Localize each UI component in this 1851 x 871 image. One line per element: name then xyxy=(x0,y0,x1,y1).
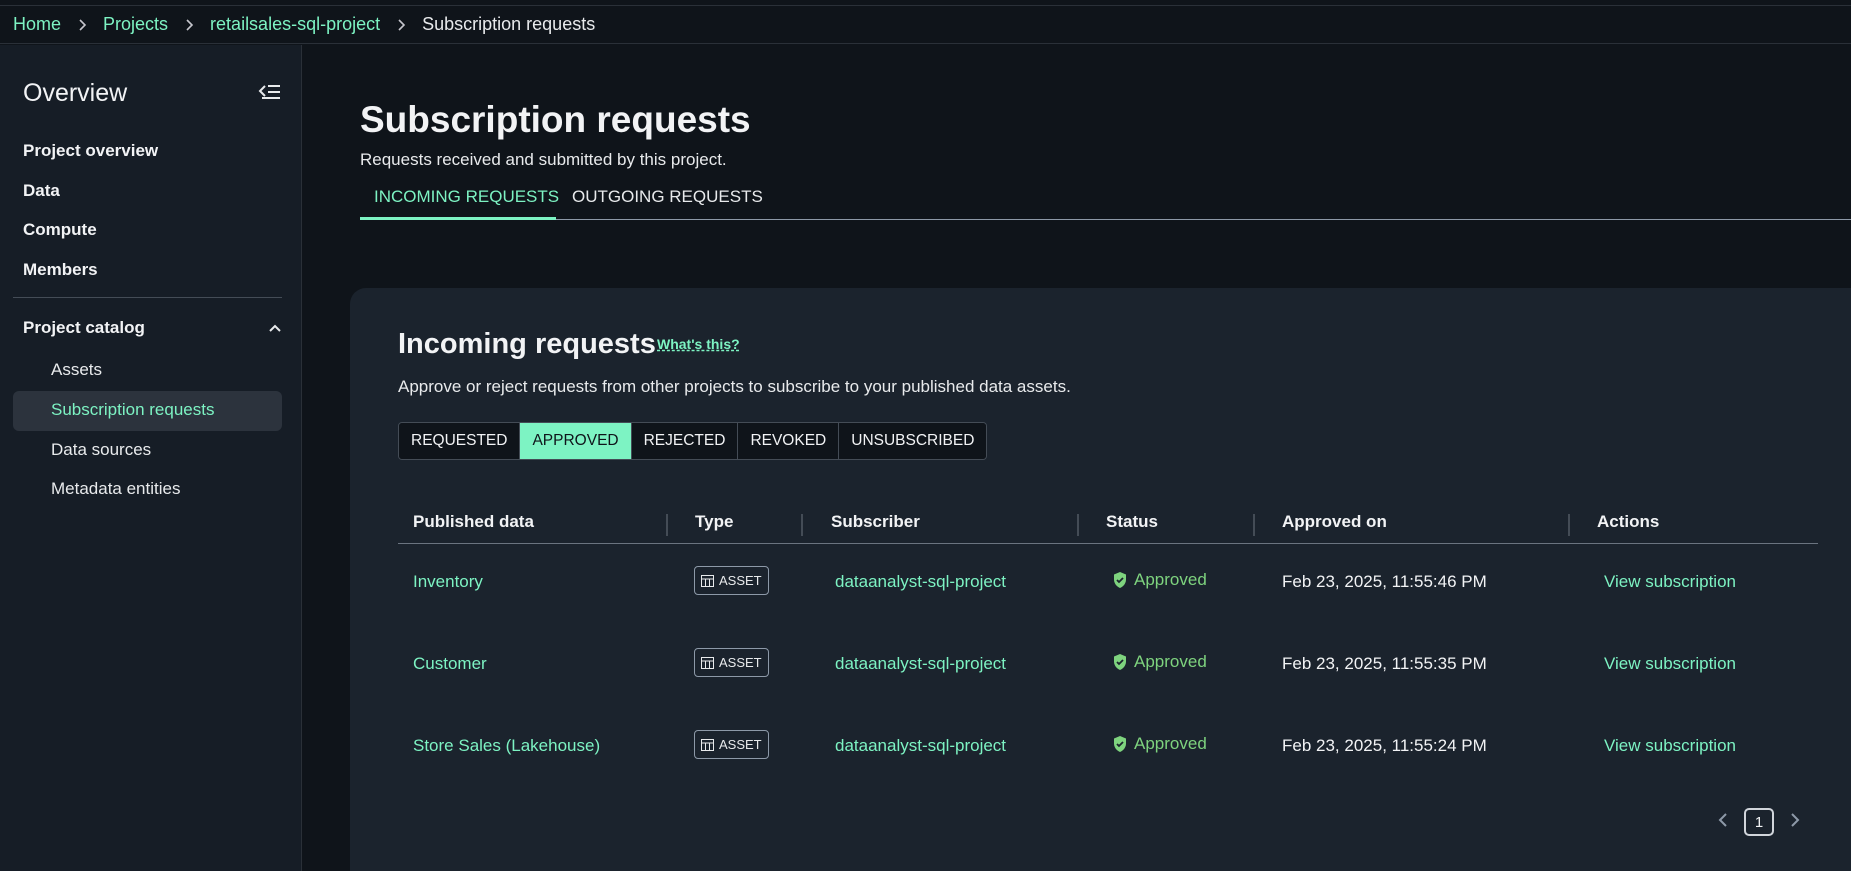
column-divider[interactable] xyxy=(666,514,668,536)
type-label: ASSET xyxy=(719,573,762,588)
tab-outgoing-requests[interactable]: OUTGOING REQUESTS xyxy=(572,187,763,207)
status-badge: Approved xyxy=(1112,570,1207,590)
subscriber-link[interactable]: dataanalyst-sql-project xyxy=(835,736,1006,756)
published-data-link[interactable]: Store Sales (Lakehouse) xyxy=(413,736,600,756)
table-icon xyxy=(701,656,714,669)
sidebar-divider xyxy=(13,297,282,298)
status-label: Approved xyxy=(1134,734,1207,753)
sidebar-item-compute[interactable]: Compute xyxy=(23,220,97,240)
table-row: Customer ASSET dataanalyst-sql-project A… xyxy=(398,626,1818,708)
status-label: Approved xyxy=(1134,570,1207,589)
table-icon xyxy=(701,574,714,587)
sidebar-item-metadata-entities[interactable]: Metadata entities xyxy=(51,479,180,499)
sidebar: Overview Project overview Data Compute M… xyxy=(0,45,302,871)
approved-on-date: Feb 23, 2025, 11:55:46 PM xyxy=(1282,572,1487,591)
status-label: Approved xyxy=(1134,652,1207,671)
filter-unsubscribed[interactable]: UNSUBSCRIBED xyxy=(839,423,987,459)
table-row: Store Sales (Lakehouse) ASSET dataanalys… xyxy=(398,708,1818,790)
shield-check-icon xyxy=(1114,736,1126,752)
sidebar-item-data[interactable]: Data xyxy=(23,181,60,201)
filter-requested[interactable]: REQUESTED xyxy=(399,423,521,459)
breadcrumb: Home Projects retailsales-sql-project Su… xyxy=(0,6,1851,44)
column-divider[interactable] xyxy=(1568,514,1570,536)
type-badge: ASSET xyxy=(694,566,769,595)
status-badge: Approved xyxy=(1112,734,1207,754)
status-filter: REQUESTED APPROVED REJECTED REVOKED UNSU… xyxy=(398,422,988,460)
next-page-icon[interactable] xyxy=(1790,812,1800,833)
chevron-up-icon xyxy=(268,318,282,338)
column-divider[interactable] xyxy=(1077,514,1079,536)
status-badge: Approved xyxy=(1112,652,1207,672)
column-type[interactable]: Type xyxy=(695,512,733,532)
collapse-sidebar-icon[interactable] xyxy=(258,81,282,103)
sidebar-item-data-sources[interactable]: Data sources xyxy=(51,440,151,460)
page-title: Subscription requests xyxy=(360,99,751,140)
column-subscriber[interactable]: Subscriber xyxy=(831,512,920,532)
breadcrumb-home[interactable]: Home xyxy=(13,14,61,35)
type-label: ASSET xyxy=(719,737,762,752)
view-subscription-link[interactable]: View subscription xyxy=(1604,736,1736,756)
breadcrumb-projects[interactable]: Projects xyxy=(103,14,168,35)
column-actions: Actions xyxy=(1597,512,1660,531)
sidebar-item-project-overview[interactable]: Project overview xyxy=(23,141,158,161)
shield-check-icon xyxy=(1114,654,1126,670)
previous-page-icon[interactable] xyxy=(1718,812,1728,833)
chevron-right-icon xyxy=(77,18,87,31)
panel-description: Approve or reject requests from other pr… xyxy=(398,377,1071,396)
published-data-link[interactable]: Inventory xyxy=(413,572,483,592)
pagination: 1 xyxy=(1718,808,1800,836)
breadcrumb-current: Subscription requests xyxy=(422,14,596,34)
breadcrumb-project[interactable]: retailsales-sql-project xyxy=(210,14,380,35)
column-published-data[interactable]: Published data xyxy=(413,512,534,532)
type-label: ASSET xyxy=(719,655,762,670)
column-approved-on[interactable]: Approved on xyxy=(1282,512,1387,532)
page-number-button[interactable]: 1 xyxy=(1744,808,1774,836)
view-subscription-link[interactable]: View subscription xyxy=(1604,654,1736,674)
filter-rejected[interactable]: REJECTED xyxy=(631,423,739,459)
filter-approved[interactable]: APPROVED xyxy=(520,423,632,459)
active-tab-indicator xyxy=(360,217,556,220)
column-divider[interactable] xyxy=(801,514,803,536)
incoming-requests-panel: Incoming requests What's this? Approve o… xyxy=(350,288,1851,871)
filter-revoked[interactable]: REVOKED xyxy=(738,423,840,459)
approved-on-date: Feb 23, 2025, 11:55:35 PM xyxy=(1282,654,1487,673)
panel-title: Incoming requests xyxy=(398,328,656,360)
sidebar-title: Overview xyxy=(23,79,128,107)
table-header: Published data Type Subscriber Status Ap… xyxy=(398,502,1818,544)
sidebar-group-project-catalog[interactable]: Project catalog xyxy=(23,318,282,338)
table-row: Inventory ASSET dataanalyst-sql-project … xyxy=(398,544,1818,626)
type-badge: ASSET xyxy=(694,730,769,759)
sidebar-item-subscription-requests[interactable]: Subscription requests xyxy=(51,400,214,420)
tab-incoming-requests[interactable]: INCOMING REQUESTS xyxy=(374,187,559,207)
whats-this-link[interactable]: What's this? xyxy=(657,336,740,352)
sidebar-item-assets[interactable]: Assets xyxy=(51,360,102,380)
column-status[interactable]: Status xyxy=(1106,512,1158,532)
view-subscription-link[interactable]: View subscription xyxy=(1604,572,1736,592)
chevron-right-icon xyxy=(184,18,194,31)
page-description: Requests received and submitted by this … xyxy=(360,150,727,169)
published-data-link[interactable]: Customer xyxy=(413,654,487,674)
table-icon xyxy=(701,738,714,751)
shield-check-icon xyxy=(1114,572,1126,588)
sidebar-item-members[interactable]: Members xyxy=(23,260,98,280)
subscriber-link[interactable]: dataanalyst-sql-project xyxy=(835,654,1006,674)
column-divider[interactable] xyxy=(1253,514,1255,536)
tab-bar: INCOMING REQUESTS OUTGOING REQUESTS xyxy=(360,182,1851,220)
subscriber-link[interactable]: dataanalyst-sql-project xyxy=(835,572,1006,592)
sidebar-group-label: Project catalog xyxy=(23,318,145,337)
chevron-right-icon xyxy=(396,18,406,31)
approved-on-date: Feb 23, 2025, 11:55:24 PM xyxy=(1282,736,1487,755)
type-badge: ASSET xyxy=(694,648,769,677)
